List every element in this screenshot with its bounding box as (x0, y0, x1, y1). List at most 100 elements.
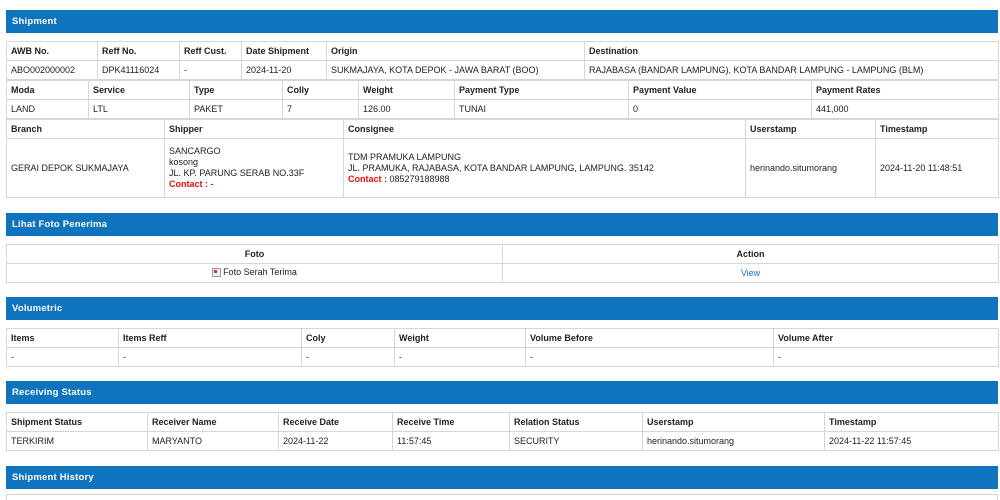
shipper-line2: kosong (169, 157, 199, 167)
items-value: - (6, 347, 119, 367)
receiving-userstamp-header: Userstamp (642, 412, 825, 432)
receiver-name-value: MARYANTO (147, 431, 279, 451)
items-reff-header: Items Reff (118, 328, 302, 348)
payment-value-value: 0 (628, 99, 812, 119)
shipment-panel: Shipment AWB No. Reff No. Reff Cust. Dat… (6, 10, 999, 198)
receiver-name-header: Receiver Name (147, 412, 279, 432)
payment-type-value: TUNAI (454, 99, 629, 119)
colly-header: Colly (282, 80, 359, 100)
shipper-contact: Contact : - (169, 179, 339, 190)
shipment-status-value: TERKIRIM (6, 431, 148, 451)
branch-value: GERAI DEPOK SUKMAJAYA (6, 138, 165, 198)
reff-cust-value: - (179, 60, 242, 80)
photo-header: Lihat Foto Penerima (6, 213, 998, 236)
awb-header: AWB No. (6, 41, 98, 61)
weight-header: Weight (358, 80, 455, 100)
receiving-timestamp-value: 2024-11-22 11:57:45 (824, 431, 999, 451)
volume-before-header: Volume Before (525, 328, 774, 348)
shipper-contact-value: - (208, 179, 214, 189)
receiving-timestamp-header: Timestamp (824, 412, 999, 432)
receiving-header: Receiving Status (6, 381, 998, 404)
relation-status-header: Relation Status (509, 412, 643, 432)
coly-header: Coly (301, 328, 395, 348)
consignee-header: Consignee (343, 119, 746, 139)
items-reff-value: - (118, 347, 302, 367)
shipment-table-row3: Branch Shipper Consignee Userstamp Times… (6, 119, 999, 198)
moda-value: LAND (6, 99, 89, 119)
photo-image[interactable]: Foto Serah Terima (212, 267, 297, 277)
shipment-table-row1: AWB No. Reff No. Reff Cust. Date Shipmen… (6, 41, 999, 80)
action-column-header: Action (502, 244, 999, 264)
consignee-contact-label: Contact : (348, 173, 387, 184)
payment-value-header: Payment Value (628, 80, 812, 100)
vol-weight-header: Weight (394, 328, 526, 348)
payment-rates-value: 441,000 (811, 99, 999, 119)
type-header: Type (189, 80, 283, 100)
photo-image-alt: Foto Serah Terima (223, 267, 297, 278)
date-shipment-header: Date Shipment (241, 41, 327, 61)
consignee-name: TDM PRAMUKA LAMPUNG (348, 151, 462, 162)
action-cell: View (502, 263, 999, 283)
consignee-cell: TDM PRAMUKA LAMPUNG JL. PRAMUKA, RAJABAS… (343, 138, 746, 198)
reff-no-value: DPK41116024 (97, 60, 180, 80)
payment-rates-header: Payment Rates (811, 80, 999, 100)
view-photo-link[interactable]: View (741, 268, 760, 278)
shipper-name: SANCARGO (169, 146, 221, 156)
receiving-panel: Receiving Status Shipment Status Receive… (6, 381, 999, 451)
destination-value: RAJABASA (BANDAR LAMPUNG), KOTA BANDAR L… (584, 60, 999, 80)
receive-date-header: Receive Date (278, 412, 393, 432)
receiving-userstamp-value: herinando.situmorang (642, 431, 825, 451)
shipment-header: Shipment (6, 10, 998, 33)
timestamp-value: 2024-11-20 11:48:51 (875, 138, 999, 198)
date-shipment-value: 2024-11-20 (241, 60, 327, 80)
volume-before-value: - (525, 347, 774, 367)
shipper-contact-label: Contact : (169, 179, 208, 189)
volumetric-header: Volumetric (6, 297, 998, 320)
receiving-table: Shipment Status Receiver Name Receive Da… (6, 412, 999, 451)
shipper-cell: SANCARGO kosong JL. KP. PARUNG SERAB NO.… (164, 138, 344, 198)
photo-table: Foto Action Foto Serah Terima View (6, 244, 999, 283)
shipper-address: JL. KP. PARUNG SERAB NO.33F (169, 168, 305, 178)
volume-after-value: - (773, 347, 999, 367)
userstamp-header: Userstamp (745, 119, 876, 139)
type-value: PAKET (189, 99, 283, 119)
history-table-edge (6, 494, 998, 500)
photo-panel: Lihat Foto Penerima Foto Action Foto Ser… (6, 213, 999, 283)
history-header: Shipment History (6, 466, 998, 489)
history-panel: Shipment History (6, 466, 998, 500)
volumetric-table: Items Items Reff Coly Weight Volume Befo… (6, 328, 999, 367)
shipment-table-row2: Moda Service Type Colly Weight Payment T… (6, 80, 999, 119)
vol-weight-value: - (394, 347, 526, 367)
consignee-contact: Contact : 085279188988 (348, 174, 741, 185)
origin-header: Origin (326, 41, 585, 61)
foto-column-header: Foto (6, 244, 503, 264)
shipper-header: Shipper (164, 119, 344, 139)
receive-time-value: 11:57:45 (392, 431, 510, 451)
relation-status-value: SECURITY (509, 431, 643, 451)
timestamp-header: Timestamp (875, 119, 999, 139)
reff-cust-header: Reff Cust. (179, 41, 242, 61)
service-value: LTL (88, 99, 190, 119)
broken-image-icon (212, 267, 222, 277)
origin-value: SUKMAJAYA, KOTA DEPOK - JAWA BARAT (BOO) (326, 60, 585, 80)
shipment-status-header: Shipment Status (6, 412, 148, 432)
destination-header: Destination (584, 41, 999, 61)
colly-value: 7 (282, 99, 359, 119)
service-header: Service (88, 80, 190, 100)
awb-value: ABO002000002 (6, 60, 98, 80)
receive-time-header: Receive Time (392, 412, 510, 432)
coly-value: - (301, 347, 395, 367)
volumetric-panel: Volumetric Items Items Reff Coly Weight … (6, 297, 999, 367)
volume-after-header: Volume After (773, 328, 999, 348)
consignee-address: JL. PRAMUKA, RAJABASA, KOTA BANDAR LAMPU… (348, 162, 654, 173)
moda-header: Moda (6, 80, 89, 100)
userstamp-value: herinando.situmorang (745, 138, 876, 198)
branch-header: Branch (6, 119, 165, 139)
payment-type-header: Payment Type (454, 80, 629, 100)
items-header: Items (6, 328, 119, 348)
foto-cell: Foto Serah Terima (6, 263, 503, 283)
consignee-contact-value: 085279188988 (387, 173, 450, 184)
weight-value: 126.00 (358, 99, 455, 119)
reff-no-header: Reff No. (97, 41, 180, 61)
receive-date-value: 2024-11-22 (278, 431, 393, 451)
